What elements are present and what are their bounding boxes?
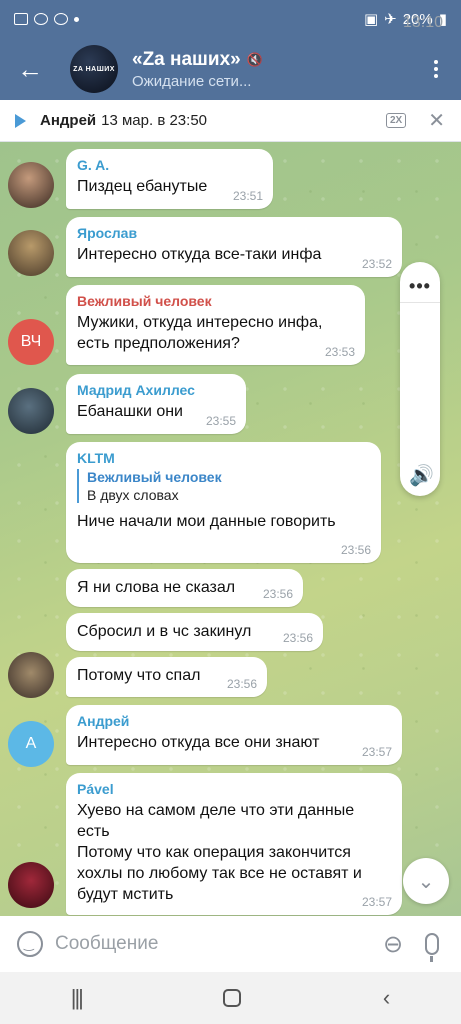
message-bubble[interactable]: Я ни слова не сказал 23:56 [66,569,303,607]
speaker-icon[interactable]: 🔊 [409,463,434,488]
message-time: 23:51 [232,189,263,203]
paperclip-icon[interactable]: ⊘ [376,927,411,962]
message-input[interactable] [55,933,383,955]
message-time: 23:57 [361,745,392,759]
avatar-yaroslav[interactable] [8,230,54,276]
player-sender: Андрей [40,112,97,129]
speed-toggle[interactable]: 2X [386,113,407,128]
chat-title-block[interactable]: «Za наших» 🔇 Ожидание сети... [132,49,411,90]
chevron-down-icon[interactable]: ⌄ [403,858,449,904]
message-text: Хуево на самом деле что эти данные есть … [77,802,362,903]
message-time: 23:56 [340,543,371,557]
avatar-andrey[interactable]: А [8,721,54,767]
chat-header: ← ZA НАШИХ «Za наших» 🔇 Ожидание сети... [0,38,461,100]
message-sender: G. A. [77,157,110,173]
message-bubble[interactable]: Вежливый человек Мужики, откуда интересн… [66,285,365,365]
message-text: Мужики, откуда интересно инфа, есть пред… [77,314,323,352]
volume-slider[interactable]: ••• 🔊 [400,262,440,496]
message-text: Ниче начали мои данные говорить [77,513,336,530]
dot-icon [74,16,79,22]
message-sender: Pável [77,781,114,797]
chat-title: «Za наших» 🔇 [132,49,411,71]
message-bubble[interactable]: Андрей Интересно откуда все они знают 23… [66,705,402,765]
message-sender: KLTM [77,450,115,466]
message-time: 23:52 [361,257,392,271]
message-time: 23:53 [324,345,355,359]
audio-player-bar[interactable]: Андрей 13 мар. в 23:50 2X ✕ [0,100,461,142]
image-icon [14,13,28,25]
player-date: 13 мар. в 23:50 [101,112,207,129]
message-input-bar: ⊘ [0,916,461,972]
message-sender: Андрей [77,713,130,729]
close-icon[interactable]: ✕ [428,108,445,133]
volume-more-icon[interactable]: ••• [400,276,440,297]
message-bubble[interactable]: Потому что спал 23:56 [66,657,267,697]
message-bubble[interactable]: KLTM Вежливый человек В двух словах Ниче… [66,442,381,563]
status-bar: 13:10 ▣ ✈ 20% ▮ [0,0,461,38]
chat-icon [34,13,48,25]
message-bubble[interactable]: Сбросил и в чс закинул 23:56 [66,613,323,651]
chat-subtitle: Ожидание сети... [132,72,252,90]
notification-icons [14,13,79,25]
avatar-pavel[interactable] [8,862,54,908]
avatar-ga[interactable] [8,162,54,208]
arrow-left-icon[interactable]: ← [0,38,60,100]
message-text: Я ни слова не сказал [77,579,236,596]
mute-icon: 🔇 [246,51,263,67]
message-text: Сбросил и в чс закинул [77,623,252,640]
sim-icon: ▣ [363,11,379,28]
app-icon [54,13,68,25]
home-icon[interactable] [223,989,242,1007]
message-time: 23:56 [282,631,313,645]
avatar-madrid[interactable] [8,388,54,434]
message-time: 23:56 [226,677,257,691]
mic-icon[interactable] [425,933,439,962]
reply-quote[interactable]: Вежливый человек В двух словах [77,469,370,503]
reply-text: В двух словах [87,487,179,503]
play-icon[interactable] [15,113,26,128]
volume-divider [400,302,440,303]
message-sender: Мадрид Ахиллес [77,382,195,398]
avatar-vezhlivy[interactable]: ВЧ [8,319,54,365]
chat-avatar[interactable]: ZA НАШИХ [70,45,118,93]
message-text: Интересно откуда все они знают [77,734,320,751]
avatar-kltm[interactable] [8,652,54,698]
message-bubble[interactable]: G. A. Пиздец ебанутые 23:51 [66,149,273,209]
emoji-icon[interactable] [17,931,43,957]
chat-area[interactable]: G. A. Пиздец ебанутые 23:51 Ярослав Инте… [0,142,461,916]
more-vertical-icon[interactable] [411,38,461,100]
message-sender: Вежливый человек [77,293,212,309]
message-text: Интересно откуда все-таки инфа [77,246,322,263]
message-time: 23:55 [205,414,236,428]
message-time: 23:56 [262,587,293,601]
airplane-icon: ✈ [384,11,397,28]
back-nav-icon[interactable]: ‹ [383,985,390,1011]
reply-sender: Вежливый человек [87,469,222,485]
message-bubble[interactable]: Мадрид Ахиллес Ебанашки они 23:55 [66,374,246,434]
message-bubble[interactable]: Pável Хуево на самом деле что эти данные… [66,773,402,915]
system-nav-bar: ||| ‹ [0,972,461,1024]
status-time: 13:10 [402,14,443,31]
message-bubble[interactable]: Ярослав Интересно откуда все-таки инфа 2… [66,217,402,277]
recents-icon[interactable]: ||| [71,985,84,1011]
chat-title-text: «Za наших» [132,48,241,70]
message-sender: Ярослав [77,225,138,241]
message-time: 23:57 [361,895,392,909]
